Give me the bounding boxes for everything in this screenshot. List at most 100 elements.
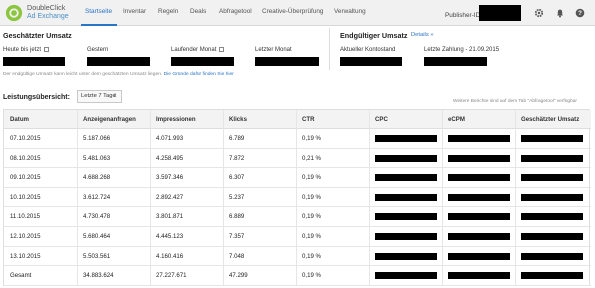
stat-value-balance — [340, 57, 402, 66]
table-row: 13.10.2015 5.503.561 4.160.416 7.048 0,19 % — [4, 247, 591, 267]
cell-requests: 3.612.724 — [83, 193, 111, 201]
col-header-revenue[interactable]: Geschätzter Umsatz — [521, 110, 579, 128]
nav-abfragetool[interactable]: Abfragetool — [219, 8, 252, 15]
col-header-ecpm[interactable]: eCPM — [448, 110, 465, 128]
nav-startseite[interactable]: Startseite — [85, 8, 112, 15]
revenue-note-link[interactable]: Die Gründe dafür finden Sie hier — [164, 72, 234, 77]
performance-title: Leistungsübersicht: — [3, 94, 70, 101]
info-icon[interactable] — [219, 47, 225, 52]
cell-clicks: 6.307 — [229, 174, 245, 182]
column-divider — [442, 110, 443, 285]
publisher-id-value — [479, 5, 521, 21]
cell-requests: 5.680.464 — [83, 233, 111, 240]
redacted-value — [521, 135, 583, 142]
col-header-ctr[interactable]: CTR — [302, 110, 315, 128]
cell-requests: 5.187.066 — [83, 135, 111, 142]
cell-ctr: 0,19 % — [302, 272, 321, 280]
stat-value-last-payment — [424, 57, 487, 66]
cell-requests: 34.883.624 — [83, 272, 114, 280]
cell-cpc — [375, 129, 445, 148]
cell-revenue — [521, 168, 591, 187]
performance-table: Datum Anzeigenanfragen Impressionen Klic… — [3, 109, 591, 286]
info-icon[interactable] — [44, 47, 50, 52]
cell-ecpm — [448, 247, 518, 266]
table-row: 12.10.2015 5.680.464 4.445.123 7.357 0,19 % — [4, 227, 591, 247]
nav-regeln[interactable]: Regeln — [158, 8, 178, 15]
stat-label-today-text: Heute bis jetzt — [3, 47, 42, 54]
cell-revenue — [521, 266, 591, 285]
redacted-value — [448, 272, 510, 280]
period-dropdown[interactable]: Letzte 7 Tage ⇕ — [77, 90, 122, 103]
stat-label-last-month: Letzter Monat — [255, 47, 292, 53]
doubleclick-logo-icon — [5, 4, 23, 22]
redacted-value — [448, 174, 510, 182]
svg-text:?: ? — [578, 10, 582, 17]
cell-clicks: 47.299 — [229, 272, 248, 280]
table-row: 08.10.2015 5.481.063 4.258.495 7.872 0,21 % — [4, 149, 591, 169]
cell-clicks: 7.048 — [229, 252, 245, 260]
cell-revenue — [521, 227, 591, 246]
redacted-value — [521, 213, 583, 221]
col-header-cpc[interactable]: CPC — [375, 110, 388, 128]
cell-revenue — [521, 149, 591, 168]
stat-label-yesterday: Gestern — [87, 47, 109, 53]
nav-deals[interactable]: Deals — [190, 8, 206, 15]
revenue-note-text: Der endgültige Umsatz kann leicht unter … — [3, 72, 163, 77]
bell-icon[interactable] — [555, 8, 565, 18]
cell-date: Gesamt — [10, 272, 32, 280]
nav-verwaltung[interactable]: Verwaltung — [334, 8, 366, 15]
stat-label-last-payment: Letzte Zahlung - 21.09.2015 — [424, 47, 500, 53]
cell-revenue — [521, 207, 591, 226]
column-divider — [369, 110, 370, 285]
table-header: Datum Anzeigenanfragen Impressionen Klic… — [4, 110, 591, 129]
col-header-impressions[interactable]: Impressionen — [156, 110, 196, 128]
stat-label-today: Heute bis jetzt — [3, 47, 50, 54]
cell-cpc — [375, 188, 445, 207]
col-header-date[interactable]: Datum — [10, 110, 29, 128]
redacted-value — [375, 272, 437, 280]
cell-date: 09.10.2015 — [10, 174, 41, 182]
redacted-value — [521, 233, 583, 240]
cell-date: 10.10.2015 — [10, 193, 41, 201]
details-link[interactable]: Details » — [411, 32, 434, 38]
top-bar: DoubleClick Ad Exchange Startseite Inven… — [0, 0, 595, 26]
column-divider — [296, 110, 297, 285]
brand-line2: Ad Exchange — [27, 12, 69, 20]
redacted-value — [375, 252, 437, 260]
redacted-value — [521, 154, 583, 162]
cell-date: 07.10.2015 — [10, 135, 41, 142]
cell-impressions: 4.445.123 — [156, 233, 184, 240]
table-row: 09.10.2015 4.688.268 3.597.346 6.307 0,19 % — [4, 168, 591, 188]
cell-date: 13.10.2015 — [10, 252, 41, 260]
gear-icon[interactable] — [534, 8, 544, 18]
stat-value-current-month — [171, 57, 234, 66]
cell-revenue — [521, 188, 591, 207]
cell-ecpm — [448, 188, 518, 207]
cell-ctr: 0,19 % — [302, 213, 321, 221]
nav-inventar[interactable]: Inventar — [123, 8, 146, 15]
cell-ctr: 0,19 % — [302, 233, 321, 240]
summary-divider — [329, 28, 330, 70]
cell-requests: 4.730.478 — [83, 213, 111, 221]
cell-cpc — [375, 207, 445, 226]
col-header-requests[interactable]: Anzeigenanfragen — [83, 110, 136, 128]
col-header-clicks[interactable]: Klicks — [229, 110, 247, 128]
redacted-value — [521, 272, 583, 280]
cell-clicks: 6.889 — [229, 213, 245, 221]
cell-ecpm — [448, 129, 518, 148]
cell-revenue — [521, 247, 591, 266]
redacted-value — [375, 213, 437, 221]
column-divider — [150, 110, 151, 285]
stat-label-current-month: Laufender Monat — [171, 47, 225, 53]
redacted-value — [448, 213, 510, 221]
redacted-value — [448, 154, 510, 162]
stat-value-yesterday — [87, 57, 150, 66]
table-row: 07.10.2015 5.187.066 4.071.993 6.789 0,19 % — [4, 129, 591, 149]
cell-date: 08.10.2015 — [10, 154, 41, 162]
help-icon[interactable]: ? — [575, 8, 585, 18]
cell-ctr: 0,19 % — [302, 252, 321, 260]
cell-impressions: 4.160.416 — [156, 252, 184, 260]
period-dropdown-value: Letzte 7 Tage — [81, 93, 116, 99]
nav-creative-ueberpruefung[interactable]: Creative-Überprüfung — [262, 8, 323, 15]
updown-arrow-icon: ⇕ — [113, 93, 118, 99]
